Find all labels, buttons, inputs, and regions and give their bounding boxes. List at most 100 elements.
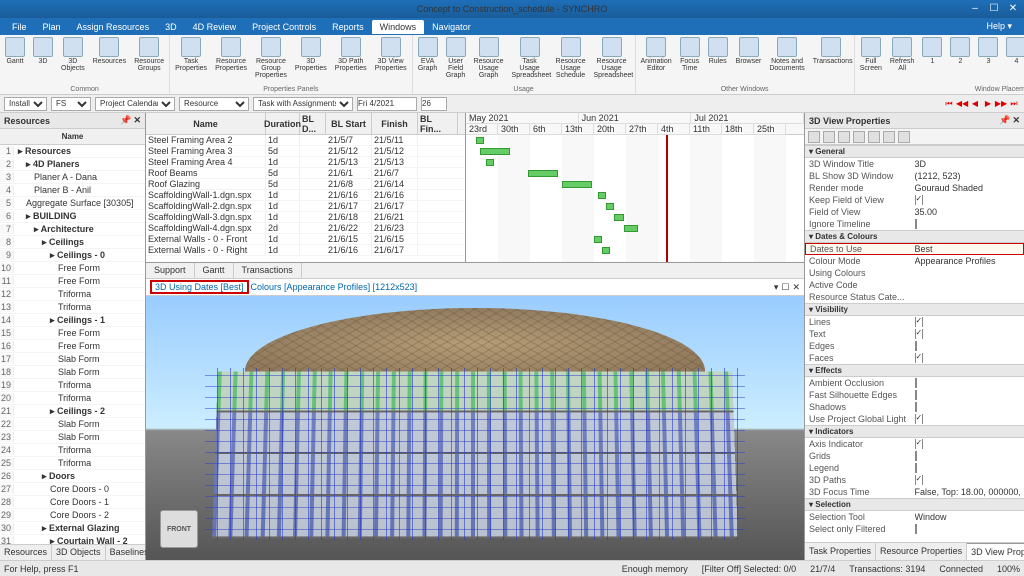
ribbon-4[interactable]: 4 xyxy=(1004,36,1024,66)
menu-windows[interactable]: Windows xyxy=(372,20,425,34)
resource-row[interactable]: 16Free Form xyxy=(0,340,145,353)
resource-row[interactable]: 4Planer B - Anil xyxy=(0,184,145,197)
prop-row[interactable]: Keep Field of View xyxy=(805,194,1024,206)
resource-row[interactable]: 1▸ Resources xyxy=(0,145,145,158)
resource-row[interactable]: 15Free Form xyxy=(0,327,145,340)
nav-next-icon[interactable]: ▶▶ xyxy=(995,98,1007,110)
view3d-menu-icon[interactable]: ▾ xyxy=(774,282,779,293)
resource-select[interactable]: Resource xyxy=(179,97,249,111)
props-tool-icon[interactable] xyxy=(853,131,865,143)
prop-row[interactable]: Resource Status Cate... xyxy=(805,291,1024,303)
resource-row[interactable]: 30▸ External Glazing xyxy=(0,522,145,535)
prop-row[interactable]: BL Show 3D Window(1212, 523) xyxy=(805,170,1024,182)
gantt-bar[interactable] xyxy=(594,236,602,243)
checkbox[interactable] xyxy=(915,195,924,205)
prop-row[interactable]: Edges xyxy=(805,340,1024,352)
prop-row[interactable]: Colour ModeAppearance Profiles xyxy=(805,255,1024,267)
task-row[interactable]: External Walls - 0 - Right1d21/6/1621/6/… xyxy=(146,245,465,256)
checkbox[interactable] xyxy=(915,378,917,388)
prop-row[interactable]: Fast Silhouette Edges xyxy=(805,389,1024,401)
resource-row[interactable]: 29Core Doors - 2 xyxy=(0,509,145,522)
minimize-button[interactable]: – xyxy=(966,1,984,15)
resources-tree[interactable]: 1▸ Resources2▸ 4D Planers3Planer A - Dan… xyxy=(0,145,145,544)
menu-project-controls[interactable]: Project Controls xyxy=(244,20,324,34)
ribbon-browser[interactable]: Browser xyxy=(734,36,764,66)
ribbon-3d-objects[interactable]: 3D Objects xyxy=(59,36,87,73)
gantt-bar[interactable] xyxy=(602,247,610,254)
task-row[interactable]: Roof Glazing5d21/6/821/6/14 xyxy=(146,179,465,190)
checkbox[interactable] xyxy=(915,414,924,424)
num-input[interactable] xyxy=(421,97,447,111)
prop-section-header[interactable]: ▾ Dates & Colours xyxy=(805,230,1024,243)
task-row[interactable]: Roof Beams5d21/6/121/6/7 xyxy=(146,168,465,179)
ribbon-animation-editor[interactable]: Animation Editor xyxy=(639,36,674,73)
checkbox[interactable] xyxy=(915,317,924,327)
prop-row[interactable]: Select only Filtered xyxy=(805,523,1024,535)
ribbon-rules[interactable]: Rules xyxy=(706,36,730,66)
resource-row[interactable]: 31▸ Courtain Wall - 2 xyxy=(0,535,145,544)
gantt-bar[interactable] xyxy=(486,159,494,166)
checkbox[interactable] xyxy=(915,219,917,229)
ribbon-transactions[interactable]: Transactions xyxy=(811,36,851,66)
install-select[interactable]: Install xyxy=(4,97,47,111)
ribbon-3[interactable]: 3 xyxy=(976,36,1000,66)
resources-col-name[interactable]: Name xyxy=(0,129,145,145)
ribbon-task-usage-spreadsheet[interactable]: Task Usage Spreadsheet xyxy=(510,36,550,80)
ribbon-2[interactable]: 2 xyxy=(948,36,972,66)
pin-icon[interactable]: 📌 xyxy=(120,115,131,126)
ribbon-resource-usage-graph[interactable]: Resource Usage Graph xyxy=(472,36,506,80)
gantt-bar[interactable] xyxy=(480,148,510,155)
prop-row[interactable]: Ignore Timeline xyxy=(805,218,1024,230)
props-close-icon[interactable]: ✕ xyxy=(1012,115,1020,126)
resource-row[interactable]: 17Slab Form xyxy=(0,353,145,366)
props-tab[interactable]: Resource Properties xyxy=(876,543,967,560)
gantt-bar[interactable] xyxy=(624,225,638,232)
gantt-bar[interactable] xyxy=(528,170,558,177)
checkbox[interactable] xyxy=(915,439,924,449)
gantt-chart[interactable]: May 2021Jun 2021Jul 202123rd30th6th13th2… xyxy=(466,113,804,262)
prop-row[interactable]: Active Code xyxy=(805,279,1024,291)
resource-row[interactable]: 28Core Doors - 1 xyxy=(0,496,145,509)
ribbon-1[interactable]: 1 xyxy=(920,36,944,66)
props-tab[interactable]: 3D View Properties xyxy=(967,543,1024,560)
task-col-header[interactable]: Finish xyxy=(372,113,418,134)
gantt-bar[interactable] xyxy=(476,137,484,144)
resource-row[interactable]: 3Planer A - Dana xyxy=(0,171,145,184)
gantt-bar[interactable] xyxy=(598,192,606,199)
resource-row[interactable]: 9▸ Ceilings - 0 xyxy=(0,249,145,262)
menu-assign-resources[interactable]: Assign Resources xyxy=(69,20,158,34)
view3d-viewport[interactable]: FRONT xyxy=(146,296,804,560)
prop-section-header[interactable]: ▾ Effects xyxy=(805,364,1024,377)
panel-close-icon[interactable]: ✕ xyxy=(133,115,141,126)
nav-fwd-icon[interactable]: ▶ xyxy=(982,98,994,110)
props-tool-icon[interactable] xyxy=(838,131,850,143)
ribbon-focus-time[interactable]: Focus Time xyxy=(678,36,702,73)
ribbon-task-properties[interactable]: Task Properties xyxy=(173,36,209,73)
task-row[interactable]: External Walls - 0 - Front1d21/6/1521/6/… xyxy=(146,234,465,245)
checkbox[interactable] xyxy=(915,451,917,461)
gantt-bar[interactable] xyxy=(562,181,592,188)
nav-first-icon[interactable]: ⏮ xyxy=(943,98,955,110)
menu-navigator[interactable]: Navigator xyxy=(424,20,479,34)
checkbox[interactable] xyxy=(915,341,917,351)
task-row[interactable]: ScaffoldingWall-4.dgn.spx2d21/6/2221/6/2… xyxy=(146,223,465,234)
ribbon-gantt[interactable]: Gantt xyxy=(3,36,27,66)
view3d-max-icon[interactable]: ☐ xyxy=(781,282,789,293)
task-col-header[interactable]: BL D... xyxy=(300,113,326,134)
subtab[interactable]: Transactions xyxy=(234,263,302,278)
props-pin-icon[interactable]: 📌 xyxy=(999,115,1010,126)
resource-row[interactable]: 2▸ 4D Planers xyxy=(0,158,145,171)
nav-last-icon[interactable]: ⏭ xyxy=(1008,98,1020,110)
nav-prev-icon[interactable]: ◀◀ xyxy=(956,98,968,110)
checkbox[interactable] xyxy=(915,402,917,412)
resource-row[interactable]: 24Triforma xyxy=(0,444,145,457)
ribbon-resource-properties[interactable]: Resource Properties xyxy=(213,36,249,73)
prop-row[interactable]: 3D Window Title3D xyxy=(805,158,1024,170)
subtab[interactable]: Support xyxy=(146,263,195,278)
task-row[interactable]: ScaffoldingWall-3.dgn.spx1d21/6/1821/6/2… xyxy=(146,212,465,223)
help-menu[interactable]: Help ▾ xyxy=(978,19,1020,34)
resource-row[interactable]: 6▸ BUILDING xyxy=(0,210,145,223)
prop-row[interactable]: Legend xyxy=(805,462,1024,474)
ribbon-resource-usage-schedule[interactable]: Resource Usage Schedule xyxy=(554,36,588,80)
ribbon-eva-graph[interactable]: EVA Graph xyxy=(416,36,440,73)
